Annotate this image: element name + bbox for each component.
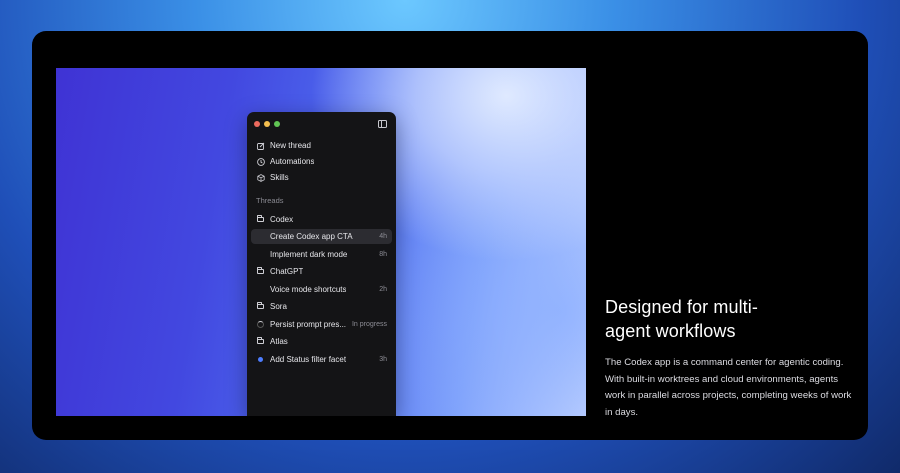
threads-heading: Threads — [256, 196, 284, 205]
thread-timestamp: 4h — [379, 233, 387, 240]
folder-icon — [256, 302, 265, 311]
nav-skills[interactable]: Skills — [251, 170, 392, 185]
headline-line-2: agent workflows — [605, 321, 736, 341]
project-folder-chatgpt[interactable]: ChatGPT — [251, 264, 392, 279]
thread-timestamp: 2h — [379, 286, 387, 293]
window-controls — [254, 121, 280, 127]
thread-title: Implement dark mode — [270, 250, 348, 259]
folder-icon — [256, 267, 265, 276]
folder-icon — [256, 215, 265, 224]
folder-label: Codex — [270, 215, 294, 224]
codex-app-window: New thread Automations Skills Threads Co… — [247, 112, 396, 416]
thread-title: Voice mode shortcuts — [270, 285, 347, 294]
nav-label: Automations — [270, 157, 315, 166]
maximize-window-button[interactable] — [274, 121, 280, 127]
thread-timestamp: 8h — [379, 251, 387, 258]
sidebar-toggle-icon[interactable] — [378, 120, 387, 128]
close-window-button[interactable] — [254, 121, 260, 127]
feature-copy: Designed for multi- agent workflows The … — [605, 295, 860, 421]
nav-automations[interactable]: Automations — [251, 154, 392, 169]
folder-label: Sora — [270, 302, 287, 311]
nav-label: New thread — [270, 141, 311, 150]
thread-item[interactable]: Voice mode shortcuts 2h — [251, 282, 392, 297]
nav-new-thread[interactable]: New thread — [251, 138, 392, 153]
folder-icon — [256, 337, 265, 346]
thread-item[interactable]: Implement dark mode 8h — [251, 247, 392, 262]
thread-title: Add Status filter facet — [270, 355, 347, 364]
project-folder-codex[interactable]: Codex — [251, 212, 392, 227]
feature-description: The Codex app is a command center for ag… — [605, 357, 852, 418]
cube-icon — [256, 173, 265, 182]
spinner-icon — [256, 320, 265, 329]
thread-title: Create Codex app CTA — [270, 232, 353, 241]
thread-timestamp: 3h — [379, 356, 387, 363]
thread-item[interactable]: Add Status filter facet 3h — [251, 352, 392, 367]
thread-title: Persist prompt pres... — [270, 320, 347, 329]
blue-dot-icon — [256, 355, 265, 364]
minimize-window-button[interactable] — [264, 121, 270, 127]
folder-label: ChatGPT — [270, 267, 304, 276]
feature-headline: Designed for multi- agent workflows — [605, 295, 860, 343]
clock-icon — [256, 157, 265, 166]
hero-image: New thread Automations Skills Threads Co… — [56, 68, 586, 416]
project-folder-atlas[interactable]: Atlas — [251, 334, 392, 349]
folder-label: Atlas — [270, 337, 288, 346]
thread-status: In progress — [351, 321, 387, 328]
thread-item[interactable]: Persist prompt pres... In progress — [251, 317, 392, 332]
feature-card: New thread Automations Skills Threads Co… — [32, 31, 868, 440]
nav-label: Skills — [270, 173, 289, 182]
edit-icon — [256, 141, 265, 150]
headline-line-1: Designed for multi- — [605, 297, 758, 317]
project-folder-sora[interactable]: Sora — [251, 299, 392, 314]
thread-item[interactable]: Create Codex app CTA 4h — [251, 229, 392, 244]
